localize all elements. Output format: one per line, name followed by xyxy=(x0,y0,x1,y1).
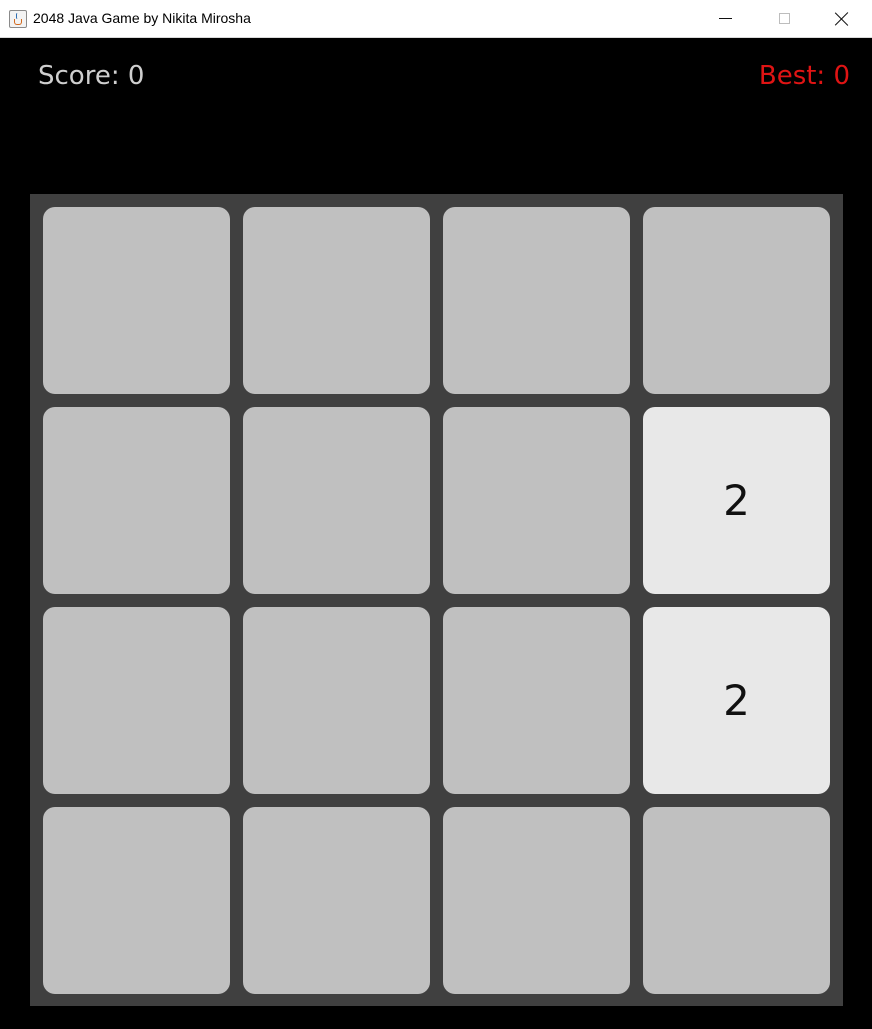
empty-tile xyxy=(43,407,230,594)
empty-tile xyxy=(243,607,430,794)
empty-tile xyxy=(443,607,630,794)
empty-tile xyxy=(43,207,230,394)
empty-tile xyxy=(443,407,630,594)
empty-tile xyxy=(243,207,430,394)
tile-2: 2 xyxy=(643,607,830,794)
empty-tile xyxy=(643,207,830,394)
empty-tile xyxy=(643,807,830,994)
tile-2: 2 xyxy=(643,407,830,594)
java-cup-icon xyxy=(9,10,27,28)
score-label: Score: 0 xyxy=(38,61,145,91)
maximize-button[interactable] xyxy=(755,0,813,38)
window-title: 2048 Java Game by Nikita Mirosha xyxy=(33,10,251,26)
window-titlebar[interactable]: 2048 Java Game by Nikita Mirosha xyxy=(0,0,872,38)
empty-tile xyxy=(243,807,430,994)
empty-tile xyxy=(243,407,430,594)
best-score-label: Best: 0 xyxy=(758,61,850,91)
empty-tile xyxy=(443,207,630,394)
empty-tile xyxy=(443,807,630,994)
close-button[interactable] xyxy=(814,0,872,38)
minimize-button[interactable] xyxy=(697,0,755,38)
empty-tile xyxy=(43,607,230,794)
minimize-icon xyxy=(719,18,732,19)
game-board[interactable]: 22 xyxy=(30,194,843,1006)
maximize-icon xyxy=(779,13,790,24)
empty-tile xyxy=(43,807,230,994)
close-icon xyxy=(835,12,849,26)
